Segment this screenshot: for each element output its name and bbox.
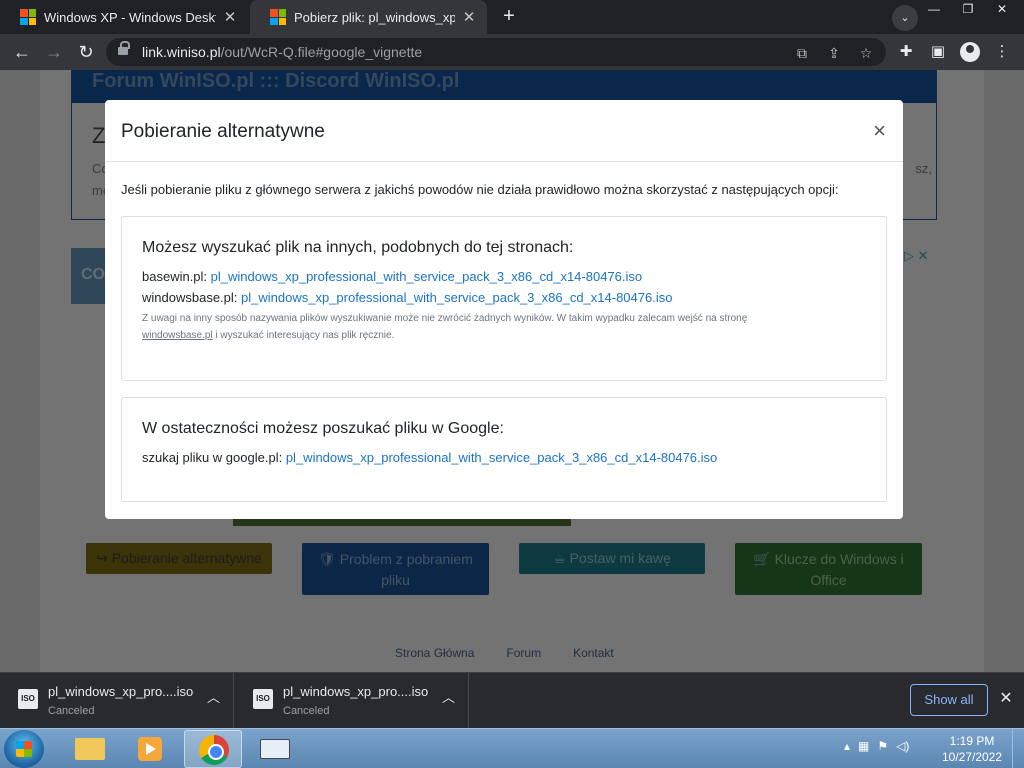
windows-logo-icon — [270, 9, 286, 25]
tray-chevron-icon[interactable]: ▴ — [844, 739, 850, 753]
search-note: Z uwagi na inny sposób nazywania plików … — [142, 310, 866, 344]
side-panel-icon[interactable]: ▣ — [928, 42, 948, 62]
google-search-heading: W ostateczności możesz poszukać pliku w … — [142, 420, 504, 437]
lock-icon — [118, 41, 130, 57]
clock-time: 1:19 PM — [949, 734, 995, 748]
google-row: szukaj pliku w google.pl: pl_windows_xp_… — [142, 447, 866, 468]
download-filename: pl_windows_xp_pro....iso — [283, 684, 429, 699]
download-status: Canceled — [48, 705, 95, 717]
new-tab-button[interactable]: + — [498, 6, 520, 28]
tab-search-button[interactable]: ⌄ — [892, 5, 918, 31]
folder-icon — [75, 738, 105, 760]
download-item[interactable]: ISO pl_windows_xp_pro....iso Canceled ︿ — [0, 673, 234, 729]
clock-date: 10/27/2022 — [941, 750, 1003, 764]
address-bar[interactable]: link.winiso.pl/out/WcR-Q.file#google_vig… — [106, 38, 886, 66]
note-text: Z uwagi na inny sposób nazywania plików … — [142, 313, 748, 324]
basewin-row: basewin.pl: pl_windows_xp_professional_w… — [142, 266, 866, 287]
start-button[interactable] — [4, 730, 44, 768]
taskbar-chrome[interactable] — [184, 730, 242, 768]
tab-close-icon[interactable]: ✕ — [222, 8, 238, 26]
menu-kebab-icon[interactable]: ⋮ — [992, 42, 1012, 62]
google-link[interactable]: pl_windows_xp_professional_with_service_… — [286, 450, 717, 465]
translate-icon[interactable]: ⧉ — [792, 43, 812, 63]
minimize-button[interactable]: — — [922, 0, 946, 18]
tab-windows-xp-desktop[interactable]: Windows XP - Windows Desktop ✕ — [0, 0, 248, 34]
modal-title: Pobieranie alternatywne — [121, 121, 325, 142]
windows-logo-icon — [20, 9, 36, 25]
tab-pobierz-plik[interactable]: Pobierz plik: pl_windows_xp_prof ✕ — [250, 0, 487, 34]
share-icon[interactable]: ⇪ — [824, 43, 844, 63]
modal-header: Pobieranie alternatywne × — [105, 100, 903, 162]
tab-strip: Windows XP - Windows Desktop ✕ Pobierz p… — [0, 0, 1024, 34]
media-player-icon — [138, 737, 162, 761]
basewin-link[interactable]: pl_windows_xp_professional_with_service_… — [211, 269, 642, 284]
keyboard-icon — [260, 739, 290, 759]
reload-icon[interactable]: ↻ — [74, 40, 98, 64]
maximize-button[interactable]: ❐ — [956, 0, 980, 18]
show-all-downloads-button[interactable]: Show all — [910, 684, 988, 716]
modal-intro-text: Jeśli pobieranie pliku z głównego serwer… — [121, 182, 839, 197]
system-tray: ▴ ▦ ⚑ ◁) — [844, 739, 909, 753]
volume-icon[interactable]: ◁) — [896, 739, 909, 753]
chevron-up-icon[interactable]: ︿ — [207, 691, 220, 704]
taskbar-media-player[interactable] — [120, 730, 178, 768]
profile-avatar-icon[interactable] — [960, 42, 980, 62]
window-controls: — ❐ ✕ — [922, 0, 1014, 18]
download-filename: pl_windows_xp_pro....iso — [48, 684, 194, 699]
windowsbase-link[interactable]: pl_windows_xp_professional_with_service_… — [241, 290, 672, 305]
google-label: szukaj pliku w google.pl: — [142, 450, 283, 465]
tab-title: Pobierz plik: pl_windows_xp_prof — [294, 9, 455, 25]
windowsbase-site-link[interactable]: windowsbase.pl — [142, 330, 213, 341]
url-text[interactable]: link.winiso.pl/out/WcR-Q.file#google_vig… — [142, 44, 422, 60]
windows-taskbar: ▴ ▦ ⚑ ◁) 1:19 PM 10/27/2022 — [0, 728, 1024, 768]
note-text-end: i wyszukać interesujący nas plik ręcznie… — [215, 330, 395, 341]
similar-sites-box: Możesz wyszukać plik na innych, podobnyc… — [121, 216, 887, 381]
close-shelf-icon[interactable]: ✕ — [998, 689, 1014, 709]
download-status: Canceled — [283, 705, 330, 717]
tab-close-icon[interactable]: ✕ — [461, 8, 477, 26]
show-desktop-button[interactable] — [1012, 729, 1024, 768]
forward-arrow-icon[interactable]: → — [42, 40, 66, 64]
taskbar-osk[interactable] — [246, 730, 304, 768]
back-arrow-icon[interactable]: ← — [10, 40, 34, 64]
network-icon[interactable]: ▦ — [858, 739, 869, 753]
tab-title: Windows XP - Windows Desktop — [44, 9, 216, 25]
chevron-up-icon[interactable]: ︿ — [442, 691, 455, 704]
modal-close-button[interactable]: × — [873, 120, 886, 142]
google-search-box: W ostateczności możesz poszukać pliku w … — [121, 397, 887, 502]
browser-toolbar: ← → ↻ link.winiso.pl/out/WcR-Q.file#goog… — [0, 34, 1024, 70]
windowsbase-label: windowsbase.pl: — [142, 290, 238, 305]
extensions-puzzle-icon[interactable]: ✚ — [896, 42, 916, 62]
iso-file-icon: ISO — [18, 689, 38, 709]
alternative-download-modal: Pobieranie alternatywne × Jeśli pobieran… — [105, 100, 903, 519]
download-item[interactable]: ISO pl_windows_xp_pro....iso Canceled ︿ — [235, 673, 469, 729]
similar-sites-heading: Możesz wyszukać plik na innych, podobnyc… — [142, 239, 574, 256]
flag-icon[interactable]: ⚑ — [877, 739, 888, 753]
chrome-icon — [199, 735, 229, 765]
download-shelf: ISO pl_windows_xp_pro....iso Canceled ︿ … — [0, 672, 1024, 729]
clock[interactable]: 1:19 PM 10/27/2022 — [936, 733, 1008, 765]
basewin-label: basewin.pl: — [142, 269, 208, 284]
iso-file-icon: ISO — [253, 689, 273, 709]
windowsbase-row: windowsbase.pl: pl_windows_xp_profession… — [142, 287, 866, 308]
taskbar-explorer[interactable] — [60, 730, 118, 768]
bookmark-star-icon[interactable]: ☆ — [856, 43, 876, 63]
close-window-button[interactable]: ✕ — [990, 0, 1014, 18]
